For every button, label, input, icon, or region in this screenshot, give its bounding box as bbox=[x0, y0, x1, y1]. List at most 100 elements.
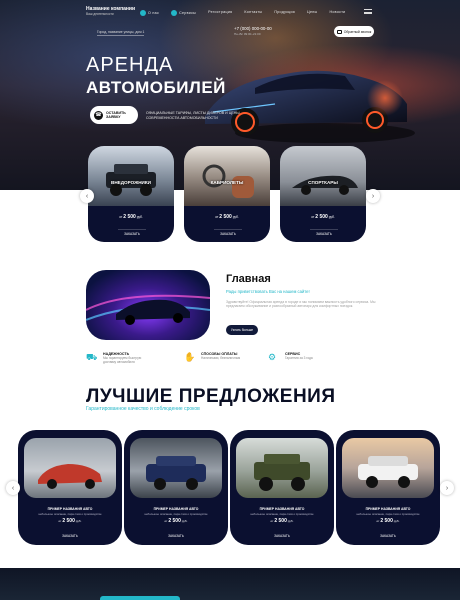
category-card-suv[interactable]: ВНЕДОРОЖНИКИ от 2 500 руб. ЗАКАЗАТЬ bbox=[88, 146, 174, 242]
price-unit: руб. bbox=[232, 215, 239, 219]
category-card-sport[interactable]: СПОРТКАРЫ от 2 500 руб. ЗАКАЗАТЬ bbox=[280, 146, 366, 242]
offer-price: от 2 500 руб. bbox=[230, 518, 334, 524]
order-label: ОСТАВИТЬ ЗАЯВКУ bbox=[106, 111, 126, 119]
nav-item-news[interactable]: Новости bbox=[329, 10, 345, 16]
offer-card[interactable]: ПРИМЕР НАЗВАНИЯ АВТО небольшое описание,… bbox=[18, 430, 122, 545]
price-unit: руб. bbox=[328, 215, 335, 219]
phone-icon bbox=[336, 29, 342, 34]
offer-price: от 2 500 руб. bbox=[124, 518, 228, 524]
phone-number[interactable]: +7 (000) 000-00-00 bbox=[234, 26, 272, 31]
order-button[interactable]: ЗАКАЗАТЬ bbox=[56, 531, 84, 541]
carousel-next-arrow-icon[interactable]: › bbox=[366, 189, 380, 203]
offer-name: ПРИМЕР НАЗВАНИЯ АВТО bbox=[259, 507, 305, 511]
category-image bbox=[184, 146, 270, 206]
order-button[interactable]: ЗАКАЗАТЬ bbox=[118, 229, 146, 238]
offers-next-arrow-icon[interactable]: › bbox=[440, 481, 454, 495]
offer-card[interactable]: ПРИМЕР НАЗВАНИЯ АВТО небольшое описание,… bbox=[336, 430, 440, 545]
nav-item-prices[interactable]: Цены bbox=[307, 10, 317, 16]
order-button[interactable]: ЗАКАЗАТЬ bbox=[162, 531, 190, 541]
category-image bbox=[88, 146, 174, 206]
best-offers-subtitle: Гарантированное качество и соблюдение ср… bbox=[86, 406, 200, 412]
offer-desc: небольшое описание, пара слов о производ… bbox=[144, 512, 208, 516]
category-name: КАБРИОЛЕТЫ bbox=[210, 180, 244, 185]
category-name: ВНЕДОРОЖНИКИ bbox=[111, 180, 151, 185]
nav-label: О нас bbox=[148, 10, 160, 15]
offer-image bbox=[342, 438, 434, 498]
address-text: Город, название улицы, дом 1 bbox=[97, 30, 145, 36]
callback-button[interactable]: Обратный звонок bbox=[334, 26, 374, 37]
nav-item-registration[interactable]: Регистрация bbox=[208, 10, 232, 16]
nav-item-services[interactable]: Сервисы bbox=[171, 10, 196, 16]
sportscar-icon bbox=[292, 175, 358, 195]
blue-car-icon bbox=[146, 456, 206, 490]
price-unit: руб. bbox=[136, 215, 143, 219]
category-price: от 2 500 руб. bbox=[88, 214, 174, 220]
order-button[interactable]: ЗАКАЗАТЬ bbox=[374, 531, 402, 541]
feature-payment: ✋ СПОСОБЫ ОПЛАТЫ Наличными, безналичным bbox=[184, 352, 245, 362]
logo-subtitle: Ваш деятельности bbox=[86, 12, 114, 16]
offer-name: ПРИМЕР НАЗВАНИЯ АВТО bbox=[365, 507, 411, 511]
category-price: от 2 500 руб. bbox=[280, 214, 366, 220]
offer-price: от 2 500 руб. bbox=[18, 518, 122, 524]
nav-dot-icon bbox=[140, 10, 146, 16]
order-request-button[interactable]: ☎ ОСТАВИТЬ ЗАЯВКУ bbox=[90, 106, 138, 124]
order-button[interactable]: ЗАКАЗАТЬ bbox=[214, 229, 242, 238]
offer-card[interactable]: ПРИМЕР НАЗВАНИЯ АВТО небольшое описание,… bbox=[230, 430, 334, 545]
hero-title-line1: АРЕНДА bbox=[86, 54, 174, 76]
price-prefix: от bbox=[119, 215, 123, 219]
hero-description: ОФИЦИАЛЬНЫЕ ТАРИФЫ, ЛИСТЫ ДИЛЕРОВ И ЦЕНЫ… bbox=[146, 111, 240, 120]
about-text: Здравствуйте! Официальная аренда в город… bbox=[226, 300, 376, 309]
offer-desc: небольшое описание, пара слов о производ… bbox=[38, 512, 102, 516]
car-icon: ⛟ bbox=[86, 352, 98, 362]
offer-price: от 2 500 руб. bbox=[336, 518, 440, 524]
offer-card[interactable]: ПРИМЕР НАЗВАНИЯ АВТО небольшое описание,… bbox=[124, 430, 228, 545]
offer-image bbox=[236, 438, 328, 498]
nav-label: Сервисы bbox=[179, 10, 197, 15]
feature-desc: Мы гарантируем быструю доставку автомоби… bbox=[103, 356, 142, 364]
price-prefix: от bbox=[311, 215, 315, 219]
feature-service: ⚙ СЕРВИС Гарантия за 3 года bbox=[268, 352, 329, 362]
callback-label: Обратный звонок bbox=[343, 29, 372, 34]
offer-name: ПРИМЕР НАЗВАНИЯ АВТО bbox=[153, 507, 199, 511]
price-unit: руб. bbox=[75, 519, 82, 523]
order-label-line2: ЗАЯВКУ bbox=[106, 115, 121, 119]
nav-dot-icon bbox=[171, 10, 178, 16]
menu-icon[interactable] bbox=[364, 9, 372, 14]
offers-prev-arrow-icon[interactable]: ‹ bbox=[6, 481, 20, 495]
white-car-icon bbox=[358, 456, 418, 488]
feature-reliability: ⛟ НАДЕЖНОСТЬ Мы гарантируем быструю дост… bbox=[86, 352, 147, 364]
price-value: 2 500 bbox=[315, 214, 328, 220]
headset-icon: ☎ bbox=[94, 110, 103, 120]
order-button[interactable]: ЗАКАЗАТЬ bbox=[268, 531, 296, 541]
price-value: 2 500 bbox=[62, 518, 75, 524]
nav-item-products[interactable]: Продукция bbox=[274, 10, 295, 16]
footer-section bbox=[0, 568, 460, 600]
price-unit: руб. bbox=[393, 519, 400, 523]
offroad-car-icon bbox=[254, 454, 310, 491]
offer-desc: небольшое описание, пара слов о производ… bbox=[250, 512, 314, 516]
order-button[interactable]: ЗАКАЗАТЬ bbox=[310, 229, 338, 238]
price-prefix: от bbox=[215, 215, 219, 219]
about-subtitle: Рады приветствовать Вас на нашем сайте! bbox=[226, 289, 310, 294]
cabrio-interior-icon bbox=[202, 164, 254, 198]
feature-desc: Наличными, безналичным bbox=[201, 356, 241, 360]
category-card-cabrio[interactable]: КАБРИОЛЕТЫ от 2 500 руб. ЗАКАЗАТЬ bbox=[184, 146, 270, 242]
price-value: 2 500 bbox=[380, 518, 393, 524]
payment-icon: ✋ bbox=[184, 352, 196, 362]
price-value: 2 500 bbox=[219, 214, 232, 220]
nav-item-about[interactable]: О нас bbox=[140, 10, 159, 16]
price-value: 2 500 bbox=[274, 518, 287, 524]
main-nav: О нас Сервисы Регистрация Контакты Проду… bbox=[140, 10, 345, 16]
category-image bbox=[280, 146, 366, 206]
feature-desc: Гарантия за 3 года bbox=[285, 356, 313, 360]
price-unit: руб. bbox=[181, 519, 188, 523]
hero-title-line2: АВТОМОБИЛЕЙ bbox=[86, 78, 226, 97]
category-name: СПОРТКАРЫ bbox=[308, 180, 338, 185]
best-offers-title: ЛУЧШИЕ ПРЕДЛОЖЕНИЯ bbox=[86, 386, 336, 407]
nav-item-contacts[interactable]: Контакты bbox=[244, 10, 262, 16]
offer-desc: небольшое описание, пара слов о производ… bbox=[356, 512, 420, 516]
price-value: 2 500 bbox=[168, 518, 181, 524]
learn-more-button[interactable]: Узнать больше bbox=[226, 325, 258, 335]
offer-name: ПРИМЕР НАЗВАНИЯ АВТО bbox=[47, 507, 93, 511]
carousel-prev-arrow-icon[interactable]: ‹ bbox=[80, 189, 94, 203]
